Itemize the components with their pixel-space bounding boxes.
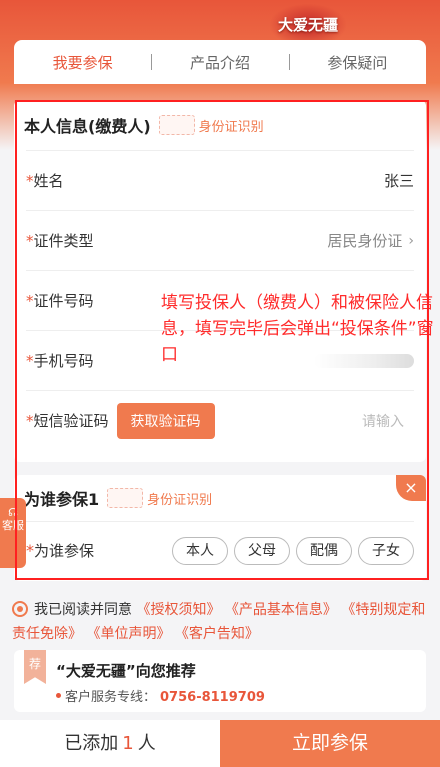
agreement-link-customer-notice[interactable]: 《客户告知》 (175, 626, 259, 642)
relation-option-spouse[interactable]: 配偶 (296, 536, 352, 565)
chevron-right-icon: › (408, 232, 414, 249)
recommend-title: “大爱无疆”向您推荐 (56, 662, 196, 680)
agreement-link-product-info[interactable]: 《产品基本信息》 (225, 602, 337, 618)
added-prefix: 已添加 (64, 733, 119, 754)
insured-info-card: 本人信息(缴费人) 身份证识别 * 姓名 张三 * 证件类型 居民身份证 › *… (14, 100, 426, 462)
get-code-button[interactable]: 获取验证码 (116, 402, 215, 439)
redacted-field (107, 488, 144, 508)
insured-card-header: 本人信息(缴费人) 身份证识别 (14, 100, 426, 150)
bottom-bar: 已添加 1 人 立即参保 (0, 720, 440, 767)
insured-section-title: 本人信息(缴费人) (24, 117, 151, 136)
bullet-dot (56, 693, 61, 698)
id-recognition-link[interactable]: 身份证识别 (147, 489, 212, 508)
sms-code-input[interactable]: 请输入 (362, 411, 404, 431)
tab-product-intro[interactable]: 产品介绍 (151, 52, 288, 73)
relation-options: 本人 父母 配偶 子女 (172, 536, 414, 565)
id-recognition-link[interactable]: 身份证识别 (199, 116, 264, 135)
customer-service-label: 客服 (2, 519, 24, 532)
beneficiary-section-title: 为谁参保1 (24, 490, 100, 509)
relation-option-parents[interactable]: 父母 (234, 536, 290, 565)
agreement-block: 我已阅读并同意 《授权须知》 《产品基本信息》 《特别规定和责任免除》 《单位声… (12, 598, 432, 646)
name-label: 姓名 (33, 172, 64, 190)
id-type-value[interactable]: 居民身份证 (327, 230, 402, 251)
tab-bar: 我要参保 产品介绍 参保疑问 (14, 40, 426, 84)
agreement-link-unit-statement[interactable]: 《单位声明》 (86, 626, 170, 642)
tab-enroll[interactable]: 我要参保 (14, 52, 151, 73)
redacted-field (158, 115, 195, 135)
customer-service-tab[interactable]: ☊ 客服 (0, 498, 26, 568)
id-number-label: 证件号码 (33, 292, 94, 310)
beneficiary-card: × 为谁参保1 身份证识别 * 为谁参保 本人 父母 配偶 子女 (14, 475, 426, 581)
required-mark: * (26, 291, 34, 310)
recommend-card: 荐 “大爱无疆”向您推荐 客户服务专线： 0756-8119709 (14, 650, 426, 712)
id-type-row[interactable]: * 证件类型 居民身份证 › (26, 210, 414, 270)
added-suffix: 人 (137, 733, 156, 754)
id-type-label: 证件类型 (33, 232, 94, 250)
recommend-badge: 荐 (24, 650, 46, 684)
relation-option-self[interactable]: 本人 (172, 536, 228, 565)
required-mark: * (26, 411, 34, 430)
name-row[interactable]: * 姓名 张三 (26, 150, 414, 210)
required-mark: * (26, 231, 34, 250)
headset-icon: ☊ (8, 506, 18, 519)
relation-label: 为谁参保 (34, 542, 95, 560)
relation-option-children[interactable]: 子女 (358, 536, 414, 565)
enroll-now-button[interactable]: 立即参保 (220, 720, 440, 767)
relation-row: * 为谁参保 本人 父母 配偶 子女 (26, 521, 414, 579)
agree-radio[interactable] (12, 601, 28, 617)
annotation-note: 填写投保人（缴费人）和被保险人信息，填写完毕后会弹出“投保条件”窗口 (161, 293, 434, 365)
added-count: 1 (122, 733, 134, 754)
added-count-display: 已添加 1 人 (0, 720, 220, 767)
required-mark: * (26, 171, 34, 190)
service-label: 客户服务专线： (65, 690, 157, 705)
beneficiary-card-header: 为谁参保1 身份证识别 (14, 475, 426, 521)
required-mark: * (26, 351, 34, 370)
required-mark: * (26, 541, 34, 560)
sms-code-row: * 短信验证码 获取验证码 请输入 (26, 390, 414, 450)
agree-prefix: 我已阅读并同意 (34, 602, 132, 618)
service-line: 客户服务专线： 0756-8119709 (56, 686, 265, 705)
phone-label: 手机号码 (33, 352, 94, 370)
service-phone[interactable]: 0756-8119709 (160, 690, 265, 705)
tab-faq[interactable]: 参保疑问 (288, 52, 426, 73)
sms-code-label: 短信验证码 (33, 412, 109, 430)
name-value[interactable]: 张三 (384, 170, 414, 191)
agreement-link-authorization[interactable]: 《授权须知》 (136, 602, 220, 618)
